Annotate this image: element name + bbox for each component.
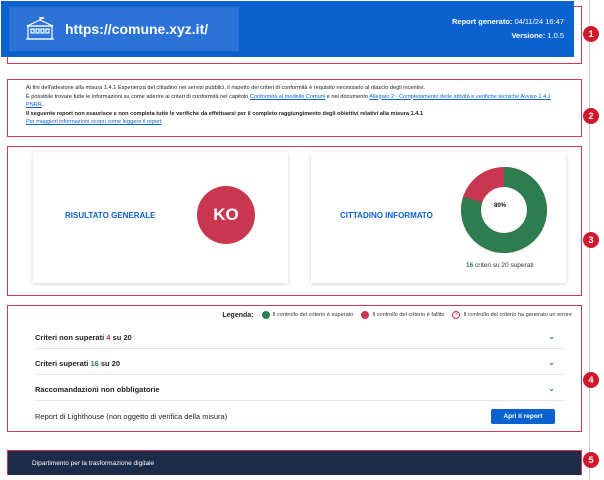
link-conformity-model[interactable]: Conformità al modello Comuni — [250, 94, 325, 100]
report-date: 04/11/24 16:47 — [514, 17, 565, 26]
site-url: https://comune.xyz.it/ — [65, 21, 209, 37]
legend-failed: Il controllo del criterio è fallito — [361, 311, 444, 319]
error-x-icon: × — [452, 311, 461, 319]
chevron-down-icon[interactable]: ⌄ — [548, 332, 555, 341]
section-badge-1: 1 — [583, 26, 599, 42]
chevron-down-icon[interactable]: ⌄ — [548, 358, 555, 367]
not-passed-text: Criteri non superati — [35, 333, 107, 342]
accordion-recommendations[interactable]: Raccomandazioni non obbligatorie ⌄ — [35, 379, 565, 401]
intro-line-2-tail: . — [41, 102, 44, 109]
intro-line-1: Ai fini dell'adesione alla misura 1.4.1 … — [26, 85, 426, 91]
section-badge-3: 3 — [583, 232, 599, 248]
version-label: Versione: — [511, 31, 546, 40]
accordion-not-passed[interactable]: Criteri non superati 4 su 20 ⌄ — [35, 327, 565, 349]
intro-line-2-text: È possibile trovare tutte le informazion… — [26, 93, 250, 100]
header: https://comune.xyz.it/ Report generato: … — [1, 1, 574, 57]
legend-passed: Il controllo del criterio è superato — [261, 311, 354, 319]
footer-text: Dipartimento per la trasformazione digit… — [32, 459, 155, 467]
general-result-title: RISULTATO GENERALE — [65, 211, 156, 220]
footer: Dipartimento per la trasformazione digit… — [8, 451, 581, 475]
section-badge-4: 4 — [583, 372, 599, 388]
link-read-report[interactable]: Per maggiori informazioni scopri come le… — [26, 119, 162, 125]
passed-tail: su 20 — [98, 359, 121, 368]
not-passed-label: Criteri non superati 4 su 20 — [35, 333, 132, 342]
version-value: 1.0.5 — [547, 31, 564, 40]
report-meta: Report generato: 04/11/24 16:47 Versione… — [452, 15, 564, 43]
lighthouse-row: Report di Lighthouse (non oggetto di ver… — [35, 405, 565, 427]
section-badge-5: 5 — [583, 452, 599, 468]
town-hall-icon — [26, 17, 54, 40]
legend: Legenda: Il controllo del criterio è sup… — [222, 311, 572, 319]
passed-suffix: criteri su 20 superati — [473, 262, 534, 269]
not-passed-tail: su 20 — [110, 333, 132, 342]
general-result-badge: KO — [197, 186, 255, 244]
intro-warning: Il seguente report non esaurisce e non c… — [26, 110, 423, 117]
passed-text: Criteri superati — [35, 359, 91, 368]
chevron-down-icon[interactable]: ⌄ — [548, 384, 555, 393]
intro-text: Ai fini dell'adesione alla misura 1.4.1 … — [26, 84, 556, 127]
donut-percent: 80% — [494, 203, 507, 209]
legend-error: × Il controllo del criterio ha generato u… — [452, 311, 572, 319]
legend-title: Legenda: — [222, 311, 254, 319]
intro-line-2: È possibile trovare tutte le informazion… — [26, 93, 556, 110]
accordion-passed[interactable]: Criteri superati 16 su 20 ⌄ — [35, 353, 565, 375]
section-badge-2: 2 — [583, 108, 599, 124]
passed-row-count: 16 — [90, 359, 99, 368]
citizen-informed-title: CITTADINO INFORMATO — [340, 211, 433, 220]
open-report-button[interactable]: Apri il report — [491, 409, 555, 424]
header-site-block: https://comune.xyz.it/ — [9, 7, 239, 51]
intro-line-2-mid: e nel documento — [325, 93, 370, 100]
compliance-donut — [461, 167, 547, 253]
lighthouse-label: Report di Lighthouse (non oggetto di ver… — [35, 411, 228, 421]
legend-passed-label: Il controllo del criterio è superato — [272, 312, 354, 318]
donut-hole — [482, 188, 526, 232]
legend-failed-label: Il controllo del criterio è fallito — [372, 312, 445, 318]
passed-label: Criteri superati 16 su 20 — [35, 359, 120, 368]
report-date-label: Report generato: — [451, 17, 513, 26]
failed-dot-icon — [361, 311, 370, 319]
legend-error-label: Il controllo del criterio ha generato un… — [463, 312, 572, 318]
passed-dot-icon — [261, 311, 270, 319]
passed-caption: 16 criteri su 20 superati — [466, 262, 534, 269]
recommendations-label: Raccomandazioni non obbligatorie — [35, 385, 160, 394]
